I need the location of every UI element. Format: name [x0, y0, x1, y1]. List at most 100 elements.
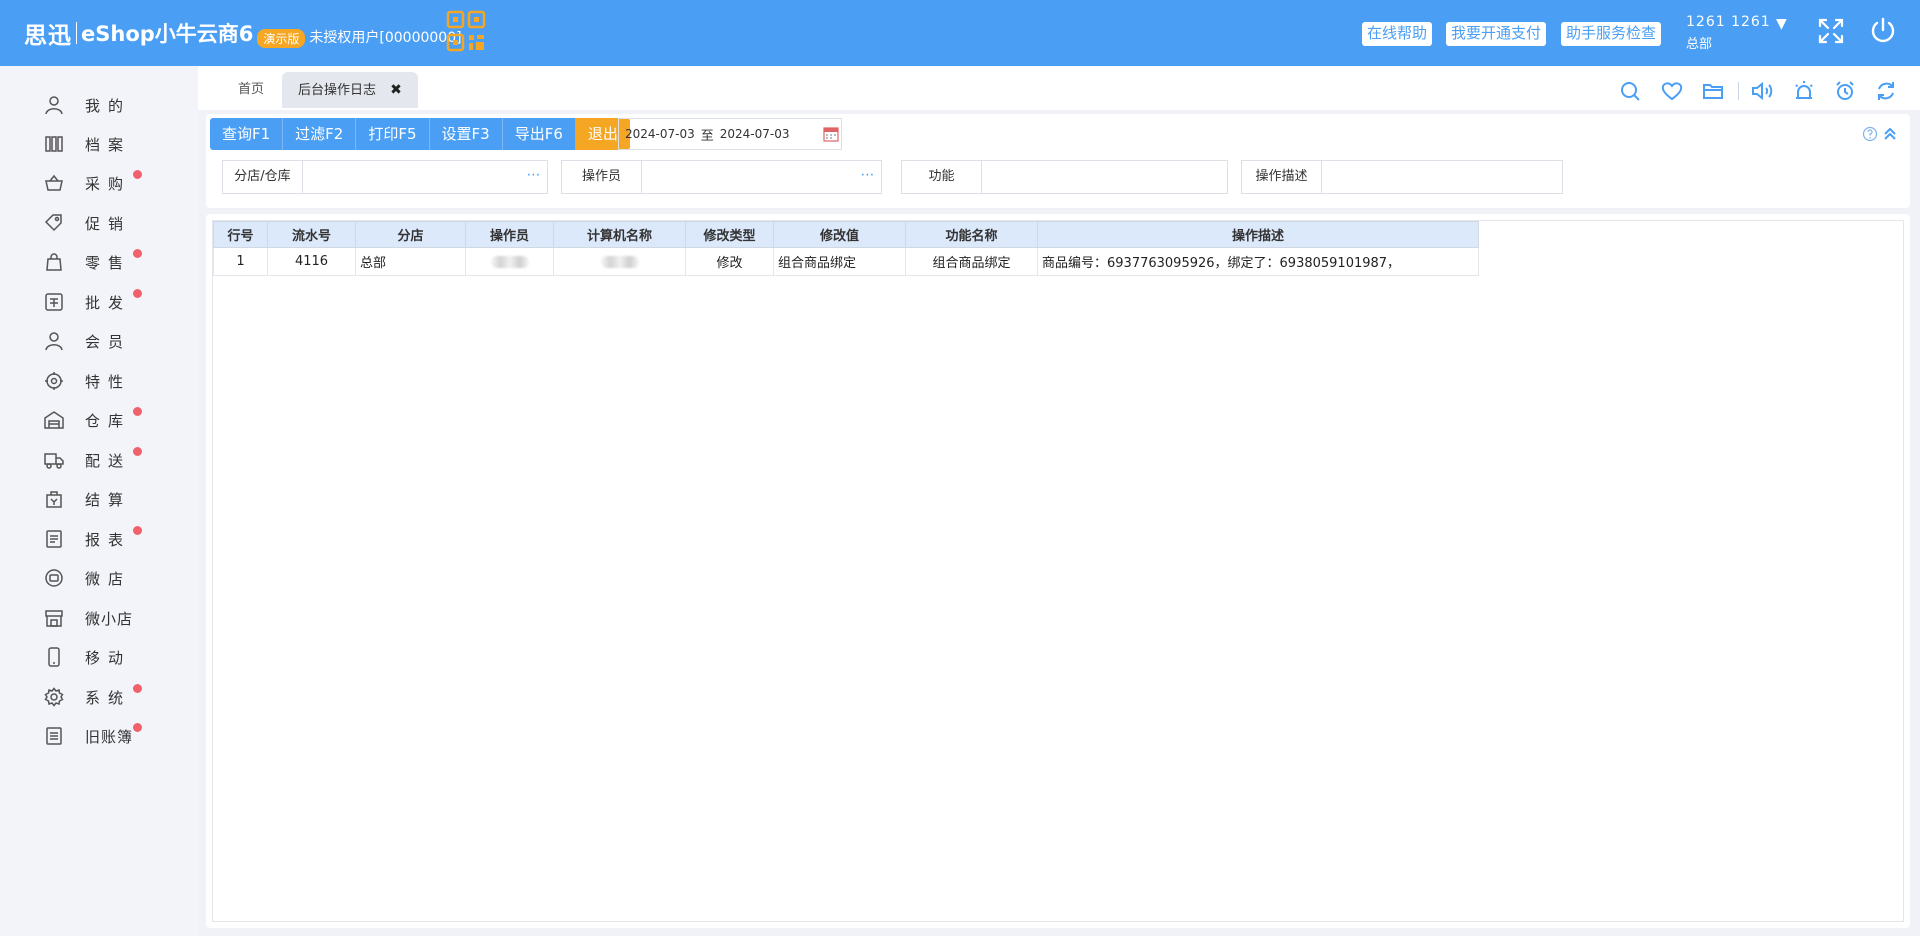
function-filter-input[interactable] [982, 161, 1227, 193]
folder-icon[interactable] [1701, 79, 1725, 103]
redacted-computer [600, 255, 639, 268]
column-header-serial[interactable]: 流水号 [267, 221, 356, 248]
search-icon[interactable] [1618, 79, 1642, 103]
user-info[interactable]: 1261 1261 总部 [1686, 14, 1771, 52]
settings-button[interactable]: 设置F3 [429, 118, 503, 150]
operator-filter-input[interactable] [642, 161, 855, 193]
sidebar-item-label: 微店 [85, 569, 132, 588]
sidebar-item-label: 促销 [85, 214, 132, 233]
speaker-icon[interactable] [1750, 79, 1774, 103]
close-icon[interactable]: ✖ [390, 72, 402, 108]
power-icon[interactable] [1868, 16, 1898, 46]
user-menu-caret-icon[interactable]: ▼ [1776, 16, 1787, 32]
date-to[interactable]: 2024-07-03 [720, 127, 790, 141]
column-header-operator[interactable]: 操作员 [465, 221, 554, 248]
notification-dot [133, 684, 142, 693]
sidebar-item-delivery[interactable]: 配送 [0, 445, 198, 475]
cell-computer [553, 247, 686, 276]
sidebar-item-label: 仓库 [85, 411, 132, 430]
branch-filter-input[interactable] [303, 161, 521, 193]
report-icon [46, 530, 62, 548]
wholesale-icon [45, 293, 63, 311]
more-options-icon[interactable]: ⋯ [855, 161, 881, 193]
online-help-button[interactable]: 在线帮助 [1362, 22, 1433, 46]
user-name: 1261 1261 [1686, 14, 1771, 30]
sidebar-item-archive[interactable]: 档案 [0, 129, 198, 159]
column-header-computer[interactable]: 计算机名称 [553, 221, 686, 248]
function-filter: 功能 [901, 160, 1228, 194]
settlement-icon [46, 491, 62, 508]
open-payment-button[interactable]: 我要开通支付 [1446, 22, 1547, 46]
sidebar: 我的 档案 采购 促销 零售 批发 会员 特性 仓库 配送 结算 报表 微店 微… [0, 66, 198, 936]
sidebar-item-label: 配送 [85, 451, 132, 470]
brand-name: 思迅 [24, 23, 72, 49]
fullscreen-icon[interactable] [1816, 16, 1846, 46]
date-range-picker[interactable]: 2024-07-03 至 2024-07-03 [618, 118, 842, 150]
sidebar-item-wholesale[interactable]: 批发 [0, 287, 198, 317]
description-filter-input[interactable] [1322, 161, 1562, 193]
service-check-button[interactable]: 助手服务检查 [1561, 22, 1662, 46]
export-button[interactable]: 导出F6 [502, 118, 576, 150]
notification-dot [133, 526, 142, 535]
sidebar-item-mine[interactable]: 我的 [0, 90, 198, 120]
tab-label: 首页 [238, 82, 265, 97]
cell-change-type: 修改 [685, 247, 774, 276]
column-header-branch[interactable]: 分店 [355, 221, 466, 248]
help-icon[interactable] [1862, 126, 1878, 142]
sidebar-item-label: 报表 [85, 530, 132, 549]
function-filter-label: 功能 [902, 161, 982, 193]
table-row[interactable]: 1 4116 总部 修改 组合商品绑定 组合商品绑定 商品编号：69377630… [213, 247, 1479, 276]
cell-branch: 总部 [355, 247, 466, 276]
column-header-row-no[interactable]: 行号 [213, 221, 268, 248]
column-header-description[interactable]: 操作描述 [1037, 221, 1479, 248]
sidebar-item-warehouse[interactable]: 仓库 [0, 405, 198, 435]
filter-button[interactable]: 过滤F2 [283, 118, 357, 150]
more-options-icon[interactable]: ⋯ [521, 161, 547, 193]
calendar-icon[interactable] [823, 126, 839, 142]
heart-icon[interactable] [1660, 79, 1684, 103]
sidebar-item-mini-store[interactable]: 微小店 [0, 603, 198, 633]
sidebar-item-report[interactable]: 报表 [0, 524, 198, 554]
sidebar-item-promotion[interactable]: 促销 [0, 208, 198, 238]
sidebar-item-label: 零售 [85, 253, 132, 272]
sidebar-item-feature[interactable]: 特性 [0, 366, 198, 396]
column-header-change-type[interactable]: 修改类型 [685, 221, 774, 248]
tab-operation-log[interactable]: 后台操作日志 ✖ [282, 72, 418, 108]
sidebar-item-label: 我的 [85, 96, 132, 115]
redacted-operator [490, 255, 529, 268]
print-button[interactable]: 打印F5 [356, 118, 430, 150]
tab-home[interactable]: 首页 [222, 72, 280, 108]
refresh-icon[interactable] [1874, 79, 1898, 103]
sidebar-item-retail[interactable]: 零售 [0, 247, 198, 277]
qr-code-icon[interactable] [446, 10, 486, 52]
sidebar-item-mobile[interactable]: 移动 [0, 642, 198, 672]
cell-function-name: 组合商品绑定 [905, 247, 1038, 276]
truck-icon [44, 453, 64, 469]
notification-dot [133, 249, 142, 258]
mini-store-icon [45, 610, 63, 627]
query-button[interactable]: 查询F1 [210, 118, 284, 150]
alarm-clock-icon[interactable] [1833, 79, 1857, 103]
sidebar-item-micro-store[interactable]: 微店 [0, 563, 198, 593]
product-name: eShop小牛云商6 [81, 22, 254, 46]
operator-filter: 操作员 ⋯ [561, 160, 882, 194]
operator-filter-label: 操作员 [562, 161, 642, 193]
app-logo: 思迅 eShop小牛云商6 演示版 未授权用户[00000000] [24, 16, 462, 50]
alarm-light-icon[interactable] [1792, 79, 1816, 103]
settings-icon [44, 687, 64, 707]
sidebar-item-system[interactable]: 系统 [0, 682, 198, 712]
sidebar-item-member[interactable]: 会员 [0, 326, 198, 356]
sidebar-item-purchase[interactable]: 采购 [0, 168, 198, 198]
warehouse-icon [44, 411, 64, 429]
sidebar-item-label: 采购 [85, 174, 132, 193]
cell-row-no: 1 [213, 247, 268, 276]
notification-dot [133, 447, 142, 456]
date-from[interactable]: 2024-07-03 [625, 127, 695, 141]
branch-filter: 分店/仓库 ⋯ [222, 160, 548, 194]
column-header-function-name[interactable]: 功能名称 [905, 221, 1038, 248]
cell-description: 商品编号：6937763095926，绑定了：6938059101987， [1037, 247, 1479, 276]
column-header-change-value[interactable]: 修改值 [773, 221, 906, 248]
collapse-up-icon[interactable] [1882, 126, 1898, 142]
sidebar-item-settlement[interactable]: 结算 [0, 484, 198, 514]
sidebar-item-old-ledger[interactable]: 旧账簿 [0, 721, 198, 751]
